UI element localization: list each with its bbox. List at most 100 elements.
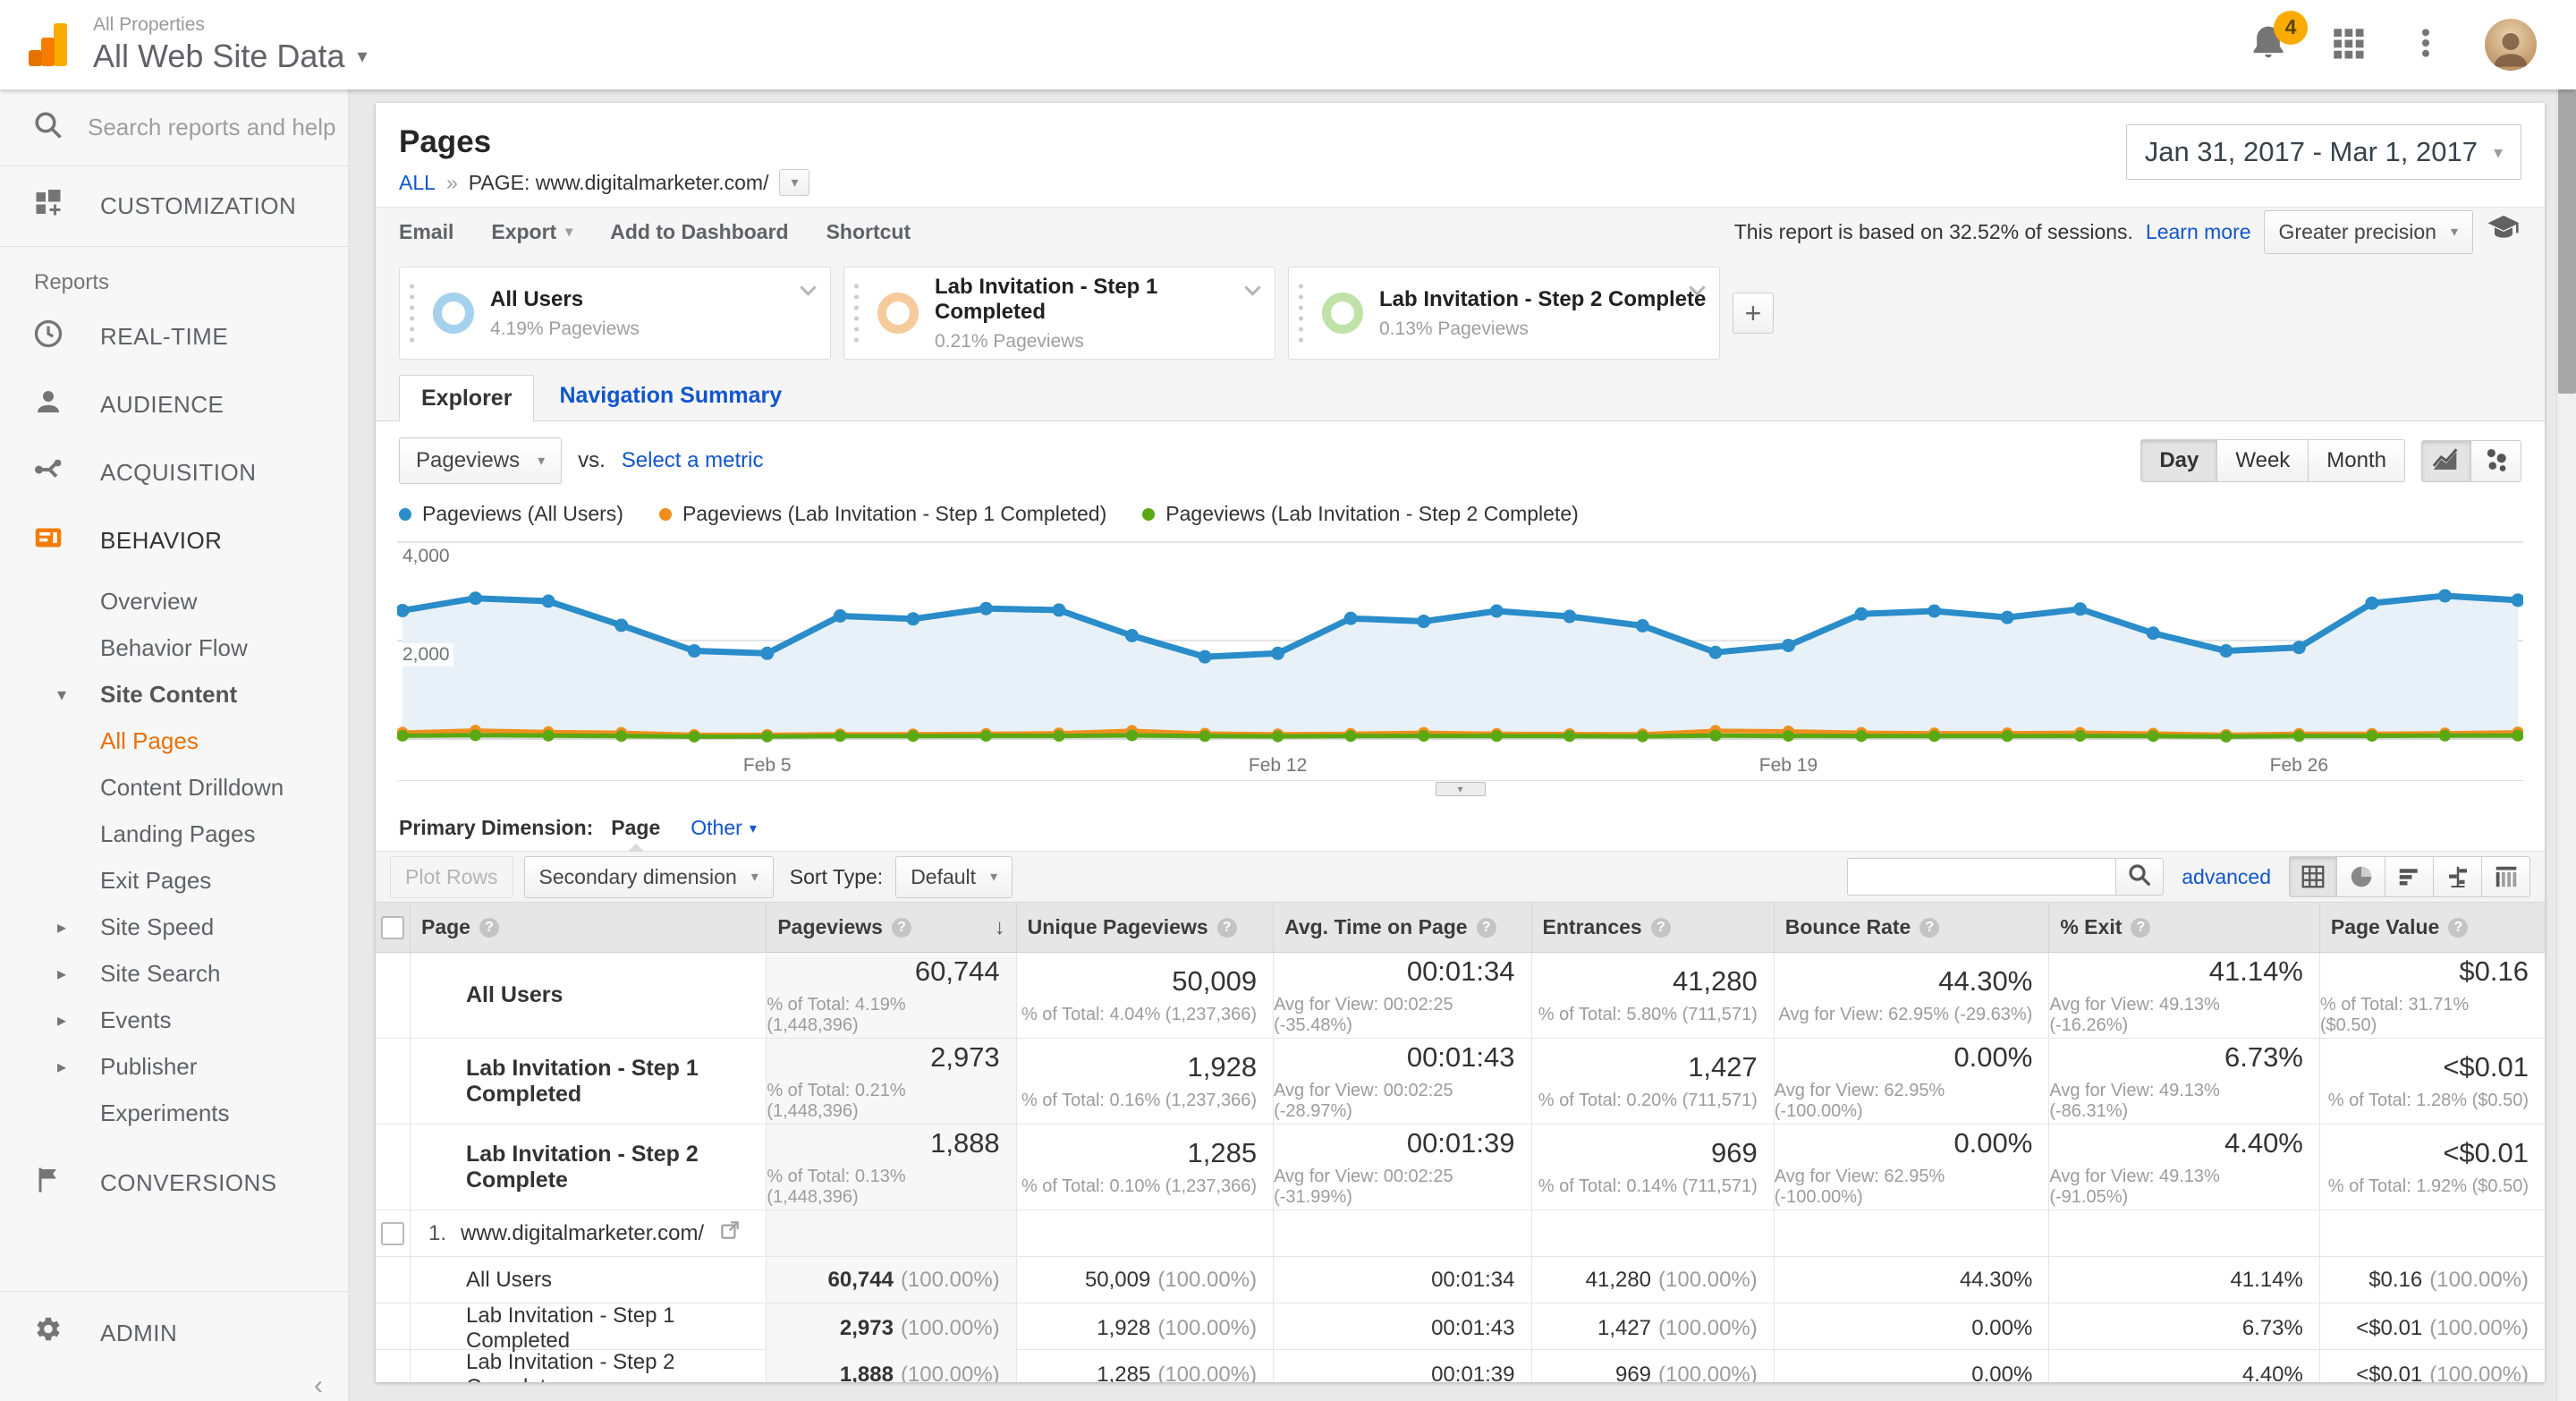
sidebar-item-site-search[interactable]: Site Search (0, 950, 348, 997)
search-input[interactable] (88, 114, 338, 141)
sidebar-item-conversions[interactable]: CONVERSIONS (0, 1149, 348, 1217)
sidebar-item-site-speed[interactable]: Site Speed (0, 904, 348, 950)
granularity-week-button[interactable]: Week (2217, 439, 2309, 482)
sidebar-item-exit-pages[interactable]: Exit Pages (0, 857, 348, 904)
collapse-sidebar-button[interactable] (305, 1372, 332, 1399)
segment-donut-icon (877, 293, 919, 334)
avg-time-cell: 00:01:39 Avg for View: 00:02:25 (-31.99%) (1273, 1125, 1530, 1210)
sidebar-item-events[interactable]: Events (0, 997, 348, 1043)
column-header-exit[interactable]: % Exit (2048, 903, 2319, 952)
sidebar-item-behavior-flow[interactable]: Behavior Flow (0, 624, 348, 671)
export-button[interactable]: Export (491, 220, 572, 244)
row-checkbox[interactable] (381, 1221, 404, 1245)
notifications-button[interactable]: 4 (2249, 10, 2308, 67)
page-url-link[interactable]: www.digitalmarketer.com/ (461, 1221, 704, 1246)
timeline-slider-handle[interactable] (1435, 782, 1486, 796)
column-header-pageviews[interactable]: Pageviews (766, 903, 1015, 952)
sidebar-item-real-time[interactable]: REAL-TIME (0, 302, 348, 370)
performance-view-button[interactable] (2385, 856, 2434, 897)
external-link-icon[interactable] (718, 1218, 741, 1248)
search-icon (32, 109, 64, 146)
scrollbar-thumb[interactable] (2558, 89, 2576, 394)
select-metric-link[interactable]: Select a metric (622, 448, 764, 473)
avg-time-cell: 00:01:43 Avg for View: 00:02:25 (-28.97%) (1273, 1039, 1530, 1124)
secondary-dimension-dropdown[interactable]: Secondary dimension (523, 855, 774, 898)
date-range-selector[interactable]: Jan 31, 2017 - Mar 1, 2017 (2125, 124, 2521, 180)
column-header-page[interactable]: Page (410, 903, 766, 952)
help-icon[interactable] (891, 917, 911, 938)
sidebar-item-admin[interactable]: ADMIN (0, 1299, 348, 1367)
sidebar-item-behavior[interactable]: BEHAVIOR (0, 506, 348, 574)
sidebar-item-experiments[interactable]: Experiments (0, 1090, 348, 1136)
select-all-checkbox[interactable] (381, 915, 404, 939)
sidebar-item-publisher[interactable]: Publisher (0, 1043, 348, 1090)
advanced-search-link[interactable]: advanced (2182, 865, 2271, 889)
segment-label: All Users (410, 1257, 766, 1303)
column-header-bounce-rate[interactable]: Bounce Rate (1773, 903, 2049, 952)
help-icon[interactable] (479, 917, 499, 938)
drag-handle-icon[interactable] (852, 281, 863, 345)
sidebar-item-overview[interactable]: Overview (0, 578, 348, 624)
table-search-input[interactable] (1847, 858, 2116, 896)
precision-selector[interactable]: Greater precision (2263, 209, 2473, 254)
email-button[interactable]: Email (399, 220, 453, 244)
help-icon[interactable] (1919, 917, 1940, 938)
line-chart-toggle-button[interactable] (2421, 439, 2471, 482)
google-analytics-logo-icon (27, 21, 70, 68)
sidebar-item-content-drilldown[interactable]: Content Drilldown (0, 764, 348, 811)
segment-label: Lab Invitation - Step 2 Complete (410, 1350, 766, 1382)
help-icon[interactable] (2131, 917, 2151, 938)
pivot-view-button[interactable] (2482, 856, 2530, 897)
motion-chart-toggle-button[interactable] (2471, 439, 2521, 482)
help-icon[interactable] (1476, 917, 1496, 938)
help-icon[interactable] (2448, 917, 2469, 938)
table-search-button[interactable] (2115, 858, 2165, 896)
column-header-unique-pageviews[interactable]: Unique Pageviews (1015, 903, 1273, 952)
help-icon[interactable] (1216, 917, 1237, 938)
sidebar-item-all-pages[interactable]: All Pages (0, 717, 348, 764)
tab-navigation-summary[interactable]: Navigation Summary (559, 383, 782, 420)
column-header-entrances[interactable]: Entrances (1530, 903, 1774, 952)
user-avatar[interactable] (2485, 19, 2537, 71)
sort-type-dropdown[interactable]: Default (895, 855, 1013, 898)
column-header-page-value[interactable]: Page Value (2318, 903, 2545, 952)
sidebar-item-site-content[interactable]: Site Content (0, 671, 348, 717)
sidebar-item-landing-pages[interactable]: Landing Pages (0, 811, 348, 857)
percentage-view-button[interactable] (2337, 856, 2385, 897)
sidebar-item-acquisition[interactable]: ACQUISITION (0, 438, 348, 506)
sidebar-item-customization[interactable]: CUSTOMIZATION (0, 166, 348, 247)
sidebar-item-audience[interactable]: AUDIENCE (0, 370, 348, 438)
dimension-page-button[interactable]: Page (606, 816, 665, 852)
chevron-down-icon (357, 45, 367, 68)
add-segment-button[interactable]: + (1733, 293, 1774, 334)
overflow-menu-button[interactable] (2408, 25, 2444, 65)
granularity-month-button[interactable]: Month (2309, 439, 2405, 482)
dimension-other-dropdown[interactable]: Other (691, 816, 757, 840)
property-selector[interactable]: All Properties All Web Site Data (93, 14, 368, 75)
comparison-view-button[interactable] (2434, 856, 2482, 897)
chevron-down-icon[interactable] (800, 279, 817, 296)
sidebar-search[interactable] (0, 89, 348, 166)
add-to-dashboard-button[interactable]: Add to Dashboard (610, 220, 788, 244)
graduation-cap-icon[interactable] (2486, 211, 2521, 252)
plot-rows-button[interactable]: Plot Rows (390, 855, 513, 898)
breadcrumb-dropdown-button[interactable] (779, 169, 810, 196)
drag-handle-icon[interactable] (407, 281, 419, 345)
breadcrumb-all-link[interactable]: ALL (399, 171, 436, 195)
metric-dropdown[interactable]: Pageviews (399, 437, 563, 484)
flag-icon (32, 1164, 64, 1202)
apps-grid-button[interactable] (2329, 24, 2367, 66)
granularity-day-button[interactable]: Day (2140, 439, 2218, 482)
column-header-avg-time[interactable]: Avg. Time on Page (1273, 903, 1530, 952)
drag-handle-icon[interactable] (1296, 281, 1308, 345)
segments-row: All Users 4.19% Pageviews Lab Invitation… (376, 256, 2545, 379)
segment-card-step1[interactable]: Lab Invitation - Step 1 Completed 0.21% … (843, 267, 1275, 360)
segment-card-step2[interactable]: Lab Invitation - Step 2 Complete 0.13% P… (1288, 267, 1720, 360)
shortcut-button[interactable]: Shortcut (826, 220, 911, 244)
help-icon[interactable] (1650, 917, 1671, 938)
tab-explorer[interactable]: Explorer (399, 375, 535, 421)
segment-card-all-users[interactable]: All Users 4.19% Pageviews (399, 267, 831, 360)
learn-more-link[interactable]: Learn more (2146, 220, 2251, 244)
pageviews-cell: 60,744 (100.00%) (766, 1257, 1016, 1303)
data-view-button[interactable] (2289, 856, 2337, 897)
